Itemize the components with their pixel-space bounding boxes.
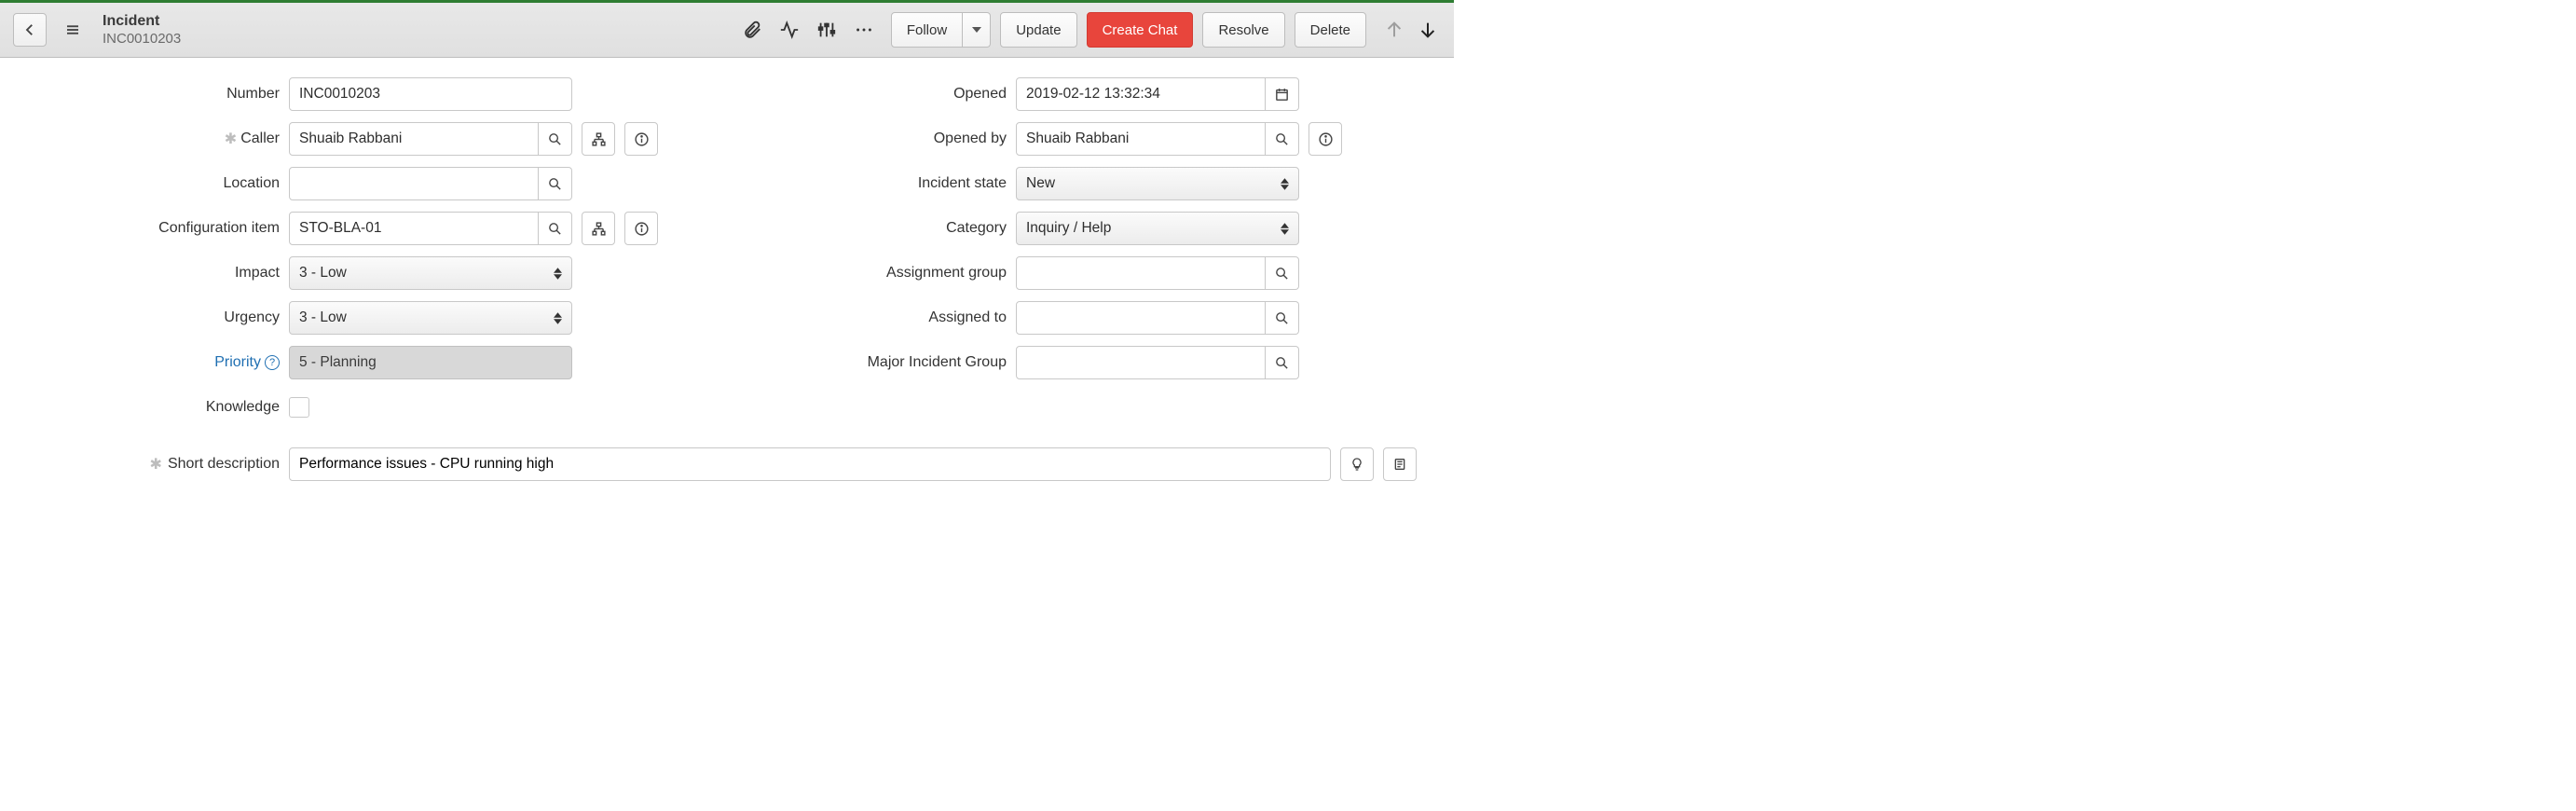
number-label: Number xyxy=(37,86,280,103)
settings-icon[interactable] xyxy=(815,18,839,42)
form-body: Number ✱Caller Location xyxy=(0,58,1454,490)
caret-icon xyxy=(554,312,562,324)
priority-label[interactable]: Priority? xyxy=(37,354,280,371)
opened-datepicker-button[interactable] xyxy=(1266,77,1299,111)
suggestion-button[interactable] xyxy=(1340,447,1374,481)
incident-state-label: Incident state xyxy=(764,175,1007,192)
follow-button[interactable]: Follow xyxy=(891,12,963,48)
impact-select[interactable]: 3 - Low xyxy=(289,256,572,290)
assigned-to-input[interactable] xyxy=(1016,301,1266,335)
left-column: Number ✱Caller Location xyxy=(37,76,690,434)
short-description-input[interactable] xyxy=(289,447,1331,481)
opened-by-label: Opened by xyxy=(764,131,1007,147)
record-number: INC0010203 xyxy=(103,31,181,47)
major-incident-group-input[interactable] xyxy=(1016,346,1266,379)
caret-icon xyxy=(1281,223,1289,235)
back-button[interactable] xyxy=(13,13,47,47)
ci-input[interactable] xyxy=(289,212,539,245)
assigned-to-label: Assigned to xyxy=(764,309,1007,326)
opened-by-input[interactable] xyxy=(1016,122,1266,156)
delete-button[interactable]: Delete xyxy=(1295,12,1366,48)
form-title: Incident xyxy=(103,13,181,30)
follow-button-group: Follow xyxy=(891,12,991,48)
help-icon: ? xyxy=(265,355,280,370)
update-button[interactable]: Update xyxy=(1000,12,1076,48)
create-chat-button[interactable]: Create Chat xyxy=(1087,12,1194,48)
opened-by-lookup-button[interactable] xyxy=(1266,122,1299,156)
resolve-button[interactable]: Resolve xyxy=(1202,12,1284,48)
urgency-select[interactable]: 3 - Low xyxy=(289,301,572,335)
form-header: Incident INC0010203 Follow Update Create… xyxy=(0,0,1454,58)
incident-state-select[interactable]: New xyxy=(1016,167,1299,200)
location-label: Location xyxy=(37,175,280,192)
caret-icon xyxy=(1281,178,1289,190)
impact-label: Impact xyxy=(37,265,280,282)
number-input[interactable] xyxy=(289,77,572,111)
caller-input[interactable] xyxy=(289,122,539,156)
short-description-label: ✱Short description xyxy=(37,455,280,474)
prev-record-icon[interactable] xyxy=(1381,17,1407,43)
location-input[interactable] xyxy=(289,167,539,200)
major-incident-group-label: Major Incident Group xyxy=(764,354,1007,371)
short-description-row: ✱Short description xyxy=(37,447,1417,481)
assignment-group-label: Assignment group xyxy=(764,265,1007,282)
more-icon[interactable] xyxy=(852,18,876,42)
right-column: Opened Opened by Incident state xyxy=(764,76,1417,434)
follow-caret-button[interactable] xyxy=(963,12,991,48)
knowledge-search-button[interactable] xyxy=(1383,447,1417,481)
ci-lookup-button[interactable] xyxy=(539,212,572,245)
ci-dependency-button[interactable] xyxy=(582,212,615,245)
caller-info-button[interactable] xyxy=(624,122,658,156)
ci-info-button[interactable] xyxy=(624,212,658,245)
header-utility-icons xyxy=(740,18,876,42)
location-lookup-button[interactable] xyxy=(539,167,572,200)
opened-label: Opened xyxy=(764,86,1007,103)
caller-lookup-button[interactable] xyxy=(539,122,572,156)
required-icon: ✱ xyxy=(225,130,237,148)
activity-icon[interactable] xyxy=(777,18,802,42)
opened-input[interactable] xyxy=(1016,77,1266,111)
priority-readonly: 5 - Planning xyxy=(289,346,572,379)
ci-label: Configuration item xyxy=(37,220,280,237)
caret-icon xyxy=(554,268,562,280)
knowledge-label: Knowledge xyxy=(37,399,280,416)
category-select[interactable]: Inquiry / Help xyxy=(1016,212,1299,245)
category-label: Category xyxy=(764,220,1007,237)
knowledge-checkbox[interactable] xyxy=(289,397,309,418)
required-icon: ✱ xyxy=(150,455,162,474)
assignment-group-lookup-button[interactable] xyxy=(1266,256,1299,290)
attachments-icon[interactable] xyxy=(740,18,764,42)
caller-label: ✱Caller xyxy=(37,130,280,148)
next-record-icon[interactable] xyxy=(1415,17,1441,43)
opened-by-info-button[interactable] xyxy=(1309,122,1342,156)
caller-tree-button[interactable] xyxy=(582,122,615,156)
urgency-label: Urgency xyxy=(37,309,280,326)
title-block: Incident INC0010203 xyxy=(103,13,181,47)
assignment-group-input[interactable] xyxy=(1016,256,1266,290)
assigned-to-lookup-button[interactable] xyxy=(1266,301,1299,335)
menu-icon[interactable] xyxy=(56,13,89,47)
major-incident-group-lookup-button[interactable] xyxy=(1266,346,1299,379)
